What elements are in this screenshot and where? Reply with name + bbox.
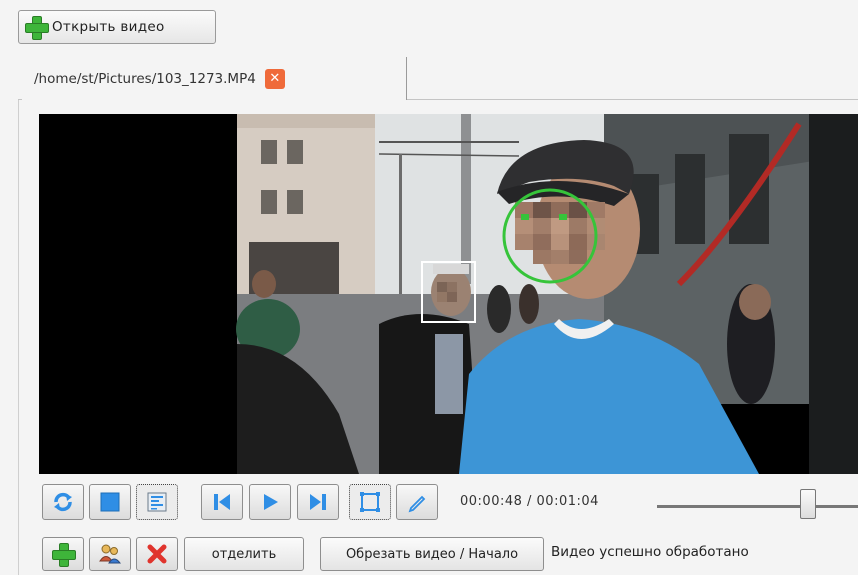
tab-file[interactable]: /home/st/Pictures/103_1273.MP4 ✕: [22, 57, 407, 100]
users-icon: [99, 544, 122, 564]
video-scene: [39, 114, 858, 474]
settings-button[interactable]: [136, 484, 178, 520]
play-icon: [264, 494, 278, 510]
status-text: Видео успешно обработано: [551, 544, 749, 560]
separate-label: отделить: [211, 546, 277, 562]
seek-slider[interactable]: [657, 505, 858, 508]
delete-icon: [147, 544, 167, 564]
separate-button[interactable]: отделить: [184, 537, 304, 571]
pencil-button[interactable]: [396, 484, 438, 520]
skip-back-icon: [214, 494, 230, 510]
refresh-button[interactable]: [42, 484, 84, 520]
open-video-button[interactable]: Открыть видео: [18, 10, 216, 44]
users-button[interactable]: [89, 537, 131, 571]
refresh-icon: [54, 492, 72, 512]
trim-video-label: Обрезать видео / Начало: [345, 546, 519, 562]
video-frame[interactable]: [39, 114, 858, 474]
pencil-icon: [408, 495, 426, 513]
close-tab-icon[interactable]: ✕: [264, 68, 285, 89]
skip-forward-button[interactable]: [297, 484, 339, 520]
list-settings-icon: [147, 492, 167, 512]
add-button[interactable]: [42, 537, 84, 571]
time-display: 00:00:48 / 00:01:04: [460, 494, 599, 509]
trim-video-button[interactable]: Обрезать видео / Начало: [320, 537, 544, 571]
tab-strip: /home/st/Pictures/103_1273.MP4 ✕: [18, 50, 858, 100]
select-rect-button[interactable]: [349, 484, 391, 520]
open-video-label: Открыть видео: [52, 19, 165, 35]
skip-back-button[interactable]: [201, 484, 243, 520]
seek-slider-thumb[interactable]: [799, 489, 816, 519]
plus-icon: [25, 16, 49, 40]
skip-forward-icon: [310, 494, 326, 510]
add-icon: [52, 543, 76, 567]
stop-icon: [100, 492, 120, 512]
tab-file-path: /home/st/Pictures/103_1273.MP4: [34, 70, 256, 87]
select-rect-icon: [360, 492, 380, 512]
delete-button[interactable]: [136, 537, 178, 571]
play-button[interactable]: [249, 484, 291, 520]
stop-button[interactable]: [89, 484, 131, 520]
